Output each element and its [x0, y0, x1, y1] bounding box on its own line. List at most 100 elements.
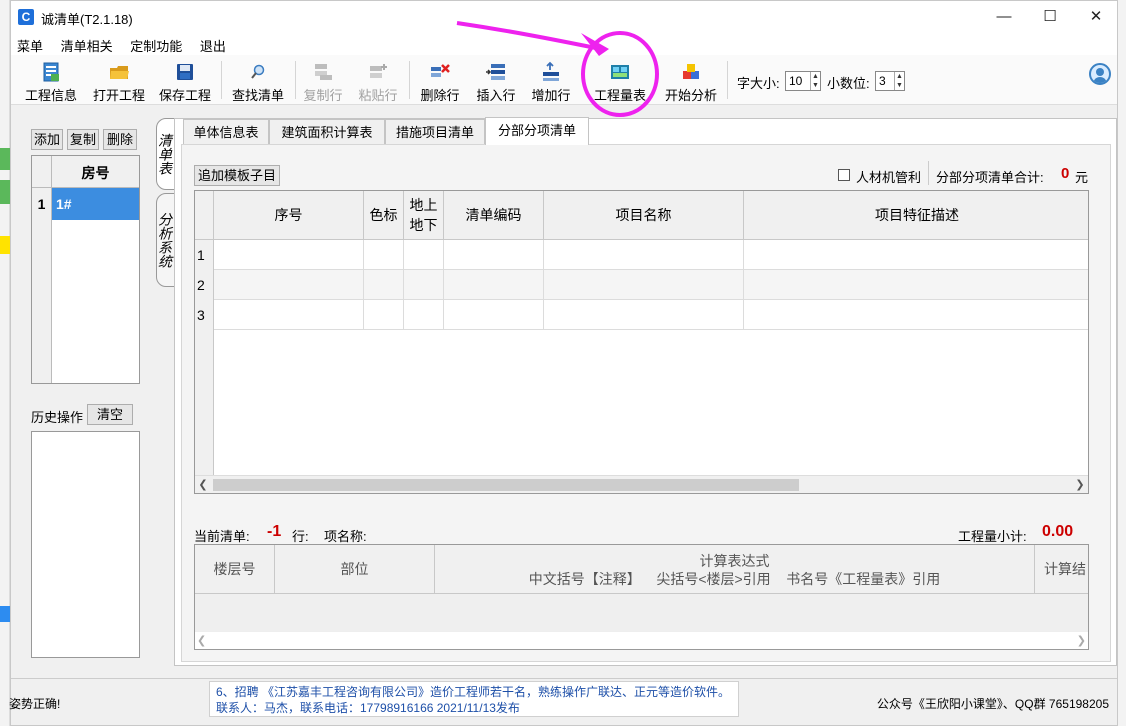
bill-grid: 序号 色标 地上 地下 清单编码 项目名称 项目特征描述 1 2 3 ❮ ❯	[194, 190, 1089, 494]
house-row-number: 1	[32, 188, 52, 220]
status-message: 姿势正确!	[9, 697, 61, 711]
scroll-left-icon[interactable]: ❮	[195, 476, 211, 493]
menu-custom[interactable]: 定制功能	[124, 33, 190, 55]
bill-total-value: 0	[1061, 165, 1070, 182]
scroll-right-icon[interactable]: ❯	[1072, 476, 1088, 493]
house-row-selected[interactable]: 1#	[52, 188, 139, 220]
scroll-left-icon[interactable]: ❮	[197, 632, 206, 649]
menu-bar: 菜单 清单相关 定制功能 退出	[11, 33, 1117, 55]
contact-info: 公众号《王欣阳小课堂》、QQ群 765198205	[876, 697, 1109, 711]
copy-row-icon	[312, 61, 334, 83]
col-item-features[interactable]: 项目特征描述	[744, 191, 1088, 240]
app-logo-icon: C	[18, 9, 34, 25]
col-seq[interactable]: 序号	[214, 191, 364, 240]
project-info-button[interactable]: 工程信息	[25, 59, 77, 103]
tab-building-area[interactable]: 建筑面积计算表	[269, 119, 385, 145]
add-row-button[interactable]: 增加行	[530, 59, 572, 103]
col-result[interactable]: 计算结	[1035, 545, 1088, 594]
save-disk-icon	[174, 61, 196, 83]
bill-total-label: 分部分项清单合计:	[936, 170, 1044, 185]
find-bill-button[interactable]: 查找清单	[231, 59, 285, 103]
house-header: 房号	[52, 156, 139, 188]
house-number-grid: 房号 1 1#	[31, 155, 140, 384]
quantity-table-button[interactable]: 工程量表	[591, 59, 649, 103]
calc-grid: 楼层号 部位 计算表达式 中文括号【注释】 尖括号<楼层>引用 书名号《工程量表…	[194, 544, 1089, 650]
history-list	[31, 431, 140, 658]
toolbar: 工程信息 打开工程 保存工程 查找清单 复制行 粘贴行 删除行 插入行 增加行 …	[11, 55, 1117, 105]
user-avatar-icon[interactable]	[1089, 63, 1111, 85]
menu-bill[interactable]: 清单相关	[55, 33, 121, 55]
start-analysis-button[interactable]: 开始分析	[662, 59, 720, 103]
search-icon	[247, 61, 269, 83]
background-window-left	[0, 0, 10, 726]
clear-history-button[interactable]: 清空	[87, 404, 133, 425]
item-name-label: 项名称:	[324, 529, 367, 544]
window-title: 诚清单(T2.1.18)	[41, 12, 133, 27]
paste-row-icon	[367, 61, 389, 83]
folder-open-icon	[108, 61, 130, 83]
row-label: 行:	[292, 529, 309, 544]
subtotal-value: 0.00	[1042, 523, 1074, 540]
tab-sub-items[interactable]: 分部分项清单	[485, 117, 589, 145]
col-above-below[interactable]: 地上 地下	[404, 191, 444, 240]
minimize-button[interactable]: —	[981, 1, 1027, 33]
history-label: 历史操作	[31, 410, 84, 425]
status-bar: 姿势正确! 6、招聘 《江苏嘉丰工程咨询有限公司》造价工程师若干名，熟练操作广联…	[9, 678, 1117, 718]
side-tab-analysis[interactable]: 分析系统	[156, 193, 176, 287]
scroll-right-icon[interactable]: ❯	[1077, 632, 1086, 649]
title-bar: C 诚清单(T2.1.18) — ☐ ✕	[11, 1, 1117, 33]
delete-row-button[interactable]: 删除行	[419, 59, 461, 103]
paste-row-button[interactable]: 粘贴行	[358, 59, 398, 103]
maximize-button[interactable]: ☐	[1027, 1, 1073, 33]
delete-row-icon	[429, 61, 451, 83]
project-info-icon	[40, 61, 62, 83]
analysis-cubes-icon	[680, 61, 702, 83]
col-expression[interactable]: 计算表达式 中文括号【注释】 尖括号<楼层>引用 书名号《工程量表》引用	[435, 545, 1035, 594]
menu-main[interactable]: 菜单	[11, 33, 51, 55]
save-project-button[interactable]: 保存工程	[159, 59, 211, 103]
app-window: C 诚清单(T2.1.18) — ☐ ✕ 菜单 清单相关 定制功能 退出 工程信…	[9, 0, 1118, 726]
delete-house-button[interactable]: 删除	[103, 129, 137, 150]
table-row[interactable]: 1	[195, 240, 1088, 270]
insert-row-button[interactable]: 插入行	[475, 59, 517, 103]
calc-grid-body[interactable]	[195, 594, 1088, 632]
spinner-arrows-icon[interactable]: ▲ ▼	[810, 72, 820, 90]
col-color[interactable]: 色标	[364, 191, 404, 240]
spinner-arrows-icon[interactable]: ▲ ▼	[894, 72, 904, 90]
tab-unit-info[interactable]: 单体信息表	[183, 119, 269, 145]
table-row[interactable]: 3	[195, 300, 1088, 330]
bill-grid-scrollbar[interactable]: ❮ ❯	[195, 475, 1088, 493]
col-floor[interactable]: 楼层号	[195, 545, 275, 594]
open-project-button[interactable]: 打开工程	[93, 59, 145, 103]
subtotal-label: 工程量小计:	[958, 529, 1027, 544]
table-row[interactable]: 2	[195, 270, 1088, 300]
current-bill-value: -1	[267, 523, 282, 540]
col-item-name[interactable]: 项目名称	[544, 191, 744, 240]
side-tab-bill[interactable]: 清单表	[156, 118, 176, 190]
close-button[interactable]: ✕	[1073, 1, 1119, 33]
announcement-box: 6、招聘 《江苏嘉丰工程咨询有限公司》造价工程师若干名，熟练操作广联达、正元等造…	[209, 681, 739, 717]
labor-checkbox-label: 人材机管利	[856, 170, 922, 185]
add-template-button[interactable]: 追加模板子目	[194, 165, 280, 186]
decimals-spinner[interactable]: 3 ▲ ▼	[875, 71, 905, 91]
announcement-line-2: 联系人：马杰，联系电话：17798916166 2021/11/13发布	[216, 701, 520, 715]
font-size-label: 字大小:	[737, 76, 780, 91]
labor-checkbox[interactable]	[838, 169, 850, 181]
scroll-thumb[interactable]	[213, 479, 799, 491]
add-row-icon	[540, 61, 562, 83]
bill-total-unit: 元	[1075, 170, 1089, 185]
copy-house-button[interactable]: 复制	[67, 129, 99, 150]
font-size-spinner[interactable]: 10 ▲ ▼	[785, 71, 821, 91]
announcement-line-1: 6、招聘 《江苏嘉丰工程咨询有限公司》造价工程师若干名，熟练操作广联达、正元等造…	[216, 685, 731, 699]
decimals-label: 小数位:	[827, 76, 870, 91]
insert-row-icon	[485, 61, 507, 83]
copy-row-button[interactable]: 复制行	[303, 59, 343, 103]
col-bill-code[interactable]: 清单编码	[444, 191, 544, 240]
calc-grid-scrollbar[interactable]: ❮ ❯	[195, 631, 1088, 649]
col-part[interactable]: 部位	[275, 545, 435, 594]
tab-measures[interactable]: 措施项目清单	[385, 119, 485, 145]
menu-exit[interactable]: 退出	[194, 33, 234, 55]
add-house-button[interactable]: 添加	[31, 129, 63, 150]
current-bill-label: 当前清单:	[194, 529, 250, 544]
quantity-table-icon	[609, 61, 631, 83]
